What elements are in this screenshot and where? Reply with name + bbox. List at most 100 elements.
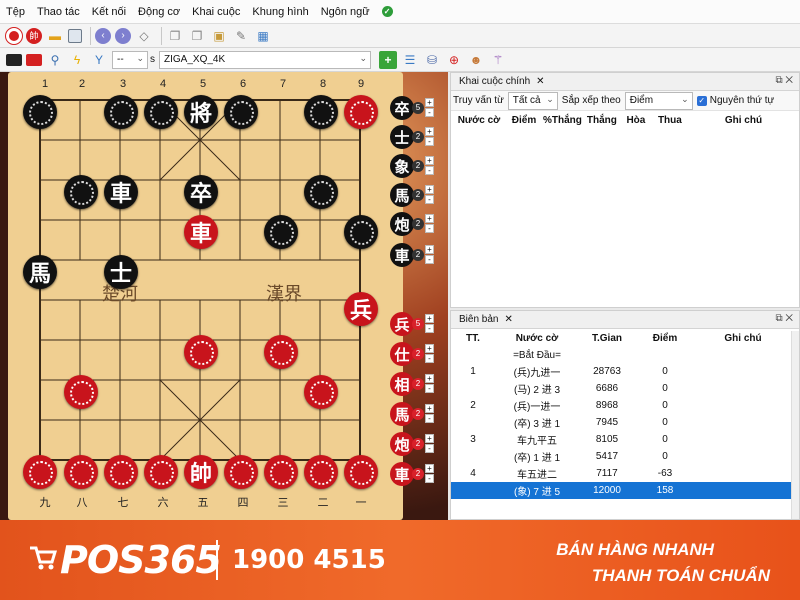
red-piece[interactable] xyxy=(64,375,98,409)
plus-button[interactable]: + xyxy=(425,434,434,443)
column-header[interactable]: Điểm xyxy=(635,329,695,348)
menu-actions[interactable]: Thao tác xyxy=(37,6,80,18)
table-row[interactable]: =Bắt Đầu= xyxy=(451,348,791,363)
plus-button[interactable]: + xyxy=(425,374,434,383)
menu-opening[interactable]: Khai cuộc xyxy=(192,6,240,18)
close-icon[interactable]: ✕ xyxy=(504,314,512,325)
red-general-icon[interactable]: 帥 xyxy=(26,27,42,44)
record-icon[interactable] xyxy=(5,26,23,45)
black-piece[interactable] xyxy=(64,175,98,209)
red-piece[interactable] xyxy=(104,455,138,489)
image-icon[interactable]: ▦ xyxy=(254,27,272,45)
minus-button[interactable]: - xyxy=(425,108,434,117)
search-icon[interactable]: ⚲ xyxy=(46,51,64,69)
plus-button[interactable]: + xyxy=(425,127,434,136)
black-piece[interactable] xyxy=(304,95,338,129)
open-folder-icon[interactable]: ▬ xyxy=(46,27,64,45)
black-general-piece[interactable]: 將 xyxy=(184,95,218,129)
float-window-icon[interactable]: ⧉ ✕ xyxy=(775,75,793,86)
column-header[interactable]: Thua xyxy=(652,111,688,130)
paste-icon[interactable]: ▣ xyxy=(210,27,228,45)
table-row[interactable]: (卒) 1 进 1 5417 0 xyxy=(451,448,791,465)
table-row[interactable]: 4 车五进二 7117 -63 xyxy=(451,465,791,482)
copy-icon[interactable]: ❐ xyxy=(166,27,184,45)
plus-button[interactable]: + xyxy=(425,98,434,107)
column-header[interactable]: Nước cờ xyxy=(495,329,579,348)
black-advisor-piece[interactable]: 士 xyxy=(104,255,138,289)
user-icon[interactable]: ☻ xyxy=(467,51,485,69)
vertical-scrollbar[interactable] xyxy=(791,331,799,519)
table-row[interactable]: (卒) 3 进 1 7945 0 xyxy=(451,414,791,431)
tab-opening-book[interactable]: Khai cuộc chính ✕ ⧉ ✕ xyxy=(451,73,799,91)
copy-fen-icon[interactable]: ❐ xyxy=(188,27,206,45)
red-general-piece[interactable]: 帥 xyxy=(184,455,218,489)
branch-icon[interactable]: Y xyxy=(90,51,108,69)
plus-button[interactable]: + xyxy=(425,464,434,473)
column-header[interactable]: T.Gian xyxy=(579,329,635,348)
edit-icon[interactable]: ✎ xyxy=(232,27,250,45)
table-row[interactable]: 1 (兵)九进一 28763 0 xyxy=(451,363,791,380)
black-piece[interactable] xyxy=(344,215,378,249)
plus-button[interactable]: + xyxy=(425,404,434,413)
minus-button[interactable]: - xyxy=(425,195,434,204)
table-row-selected[interactable]: (象) 7 进 5 12000 158 xyxy=(451,482,791,499)
close-icon[interactable]: ✕ xyxy=(536,76,544,87)
red-chariot-piece[interactable]: 車 xyxy=(184,215,218,249)
target-icon[interactable]: ⊕ xyxy=(445,51,463,69)
save-icon[interactable] xyxy=(68,28,82,43)
minus-button[interactable]: - xyxy=(425,444,434,453)
original-order-checkbox[interactable]: ✓ xyxy=(696,95,707,106)
float-window-icon[interactable]: ⧉ ✕ xyxy=(775,313,793,324)
black-soldier-piece[interactable]: 卒 xyxy=(184,175,218,209)
time-select[interactable]: -- ⌄ xyxy=(112,50,148,69)
red-piece[interactable] xyxy=(224,455,258,489)
minus-button[interactable]: - xyxy=(425,137,434,146)
red-soldier-piece[interactable]: 兵 xyxy=(344,292,378,326)
black-horse-piece[interactable]: 馬 xyxy=(23,255,57,289)
plus-button[interactable]: + xyxy=(425,245,434,254)
engine-select[interactable]: ZIGA_XQ_4K ⌄ xyxy=(159,50,371,69)
magic-wand-icon[interactable]: ⚚ xyxy=(489,51,507,69)
plus-button[interactable]: + xyxy=(425,344,434,353)
minus-button[interactable]: - xyxy=(425,255,434,264)
red-piece[interactable] xyxy=(184,335,218,369)
menu-language[interactable]: Ngôn ngữ xyxy=(321,6,370,18)
add-icon[interactable]: + xyxy=(379,50,397,69)
column-header[interactable]: Nước cờ xyxy=(451,111,507,130)
forward-icon[interactable]: › xyxy=(115,27,131,44)
edit-list-icon[interactable]: ☰ xyxy=(401,51,419,69)
black-piece[interactable] xyxy=(264,215,298,249)
menu-engine[interactable]: Động cơ xyxy=(138,6,180,18)
back-icon[interactable]: ‹ xyxy=(95,27,111,44)
table-row[interactable]: (马) 2 进 3 6686 0 xyxy=(451,380,791,397)
minus-button[interactable]: - xyxy=(425,324,434,333)
menu-file[interactable]: Tệp xyxy=(6,6,25,18)
red-piece[interactable] xyxy=(344,455,378,489)
column-header[interactable]: Ghi chú xyxy=(695,329,791,348)
red-piece[interactable] xyxy=(64,455,98,489)
red-piece[interactable] xyxy=(304,375,338,409)
monitor-black-icon[interactable] xyxy=(6,53,22,66)
black-piece[interactable] xyxy=(104,95,138,129)
black-piece[interactable] xyxy=(304,175,338,209)
monitor-red-icon[interactable] xyxy=(26,53,42,66)
column-header[interactable]: %Thắng xyxy=(541,111,584,130)
plus-button[interactable]: + xyxy=(425,214,434,223)
black-piece[interactable] xyxy=(144,95,178,129)
flip-icon[interactable]: ◇ xyxy=(135,27,153,45)
lightning-icon[interactable]: ϟ xyxy=(68,51,86,69)
minus-button[interactable]: - xyxy=(425,414,434,423)
minus-button[interactable]: - xyxy=(425,384,434,393)
column-header[interactable]: Ghi chú xyxy=(688,111,799,130)
red-piece[interactable] xyxy=(264,335,298,369)
minus-button[interactable]: - xyxy=(425,224,434,233)
black-piece[interactable] xyxy=(224,95,258,129)
plus-button[interactable]: + xyxy=(425,314,434,323)
plus-button[interactable]: + xyxy=(425,156,434,165)
filter-select[interactable]: Tất cả ⌄ xyxy=(507,91,558,110)
red-piece[interactable] xyxy=(304,455,338,489)
table-row[interactable]: 3 车九平五 8105 0 xyxy=(451,431,791,448)
sort-select[interactable]: Điểm ⌄ xyxy=(624,91,693,110)
database-icon[interactable]: ⛁ xyxy=(423,51,441,69)
minus-button[interactable]: - xyxy=(425,166,434,175)
